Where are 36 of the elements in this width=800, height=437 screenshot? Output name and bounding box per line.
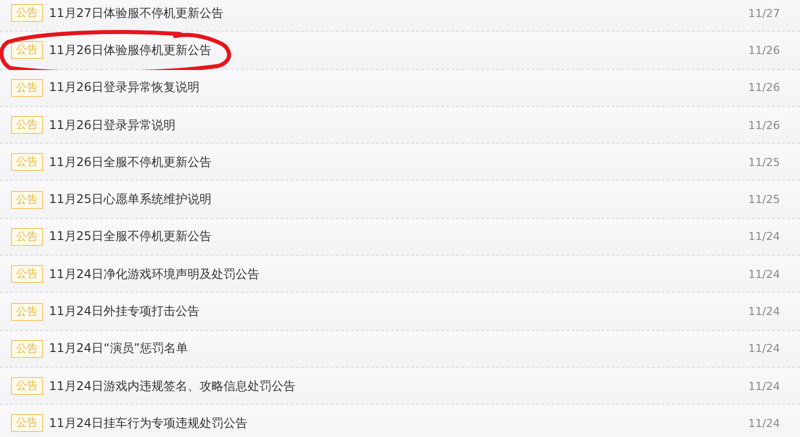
notice-title[interactable]: 11月26日登录异常说明 [49, 116, 176, 134]
notice-tag: 公告 [11, 4, 43, 22]
notice-date: 11/25 [748, 193, 780, 206]
notice-date: 11/26 [748, 81, 780, 94]
notice-title[interactable]: 11月24日外挂专项打击公告 [49, 303, 200, 320]
notice-title[interactable]: 11月26日登录异常恢复说明 [49, 79, 200, 96]
notice-date: 11/24 [748, 380, 780, 393]
notice-tag: 公告 [11, 340, 43, 358]
notice-title[interactable]: 11月24日“演员”惩罚名单 [49, 340, 188, 358]
notice-tag: 公告 [11, 153, 43, 172]
notice-date: 11/27 [748, 6, 780, 20]
notice-tag: 公告 [11, 116, 43, 134]
notice-tag: 公告 [11, 78, 43, 97]
notice-tag: 公告 [11, 228, 43, 246]
notice-title[interactable]: 11月25日全服不停机更新公告 [49, 228, 212, 246]
notice-date: 11/24 [748, 342, 780, 356]
notice-date: 11/24 [748, 305, 780, 318]
notice-tag: 公告 [11, 190, 43, 209]
notice-tag: 公告 [11, 41, 43, 60]
notice-tag: 公告 [11, 377, 43, 396]
notice-tag: 公告 [11, 265, 43, 284]
notice-tag: 公告 [11, 414, 43, 432]
notice-date: 11/24 [748, 268, 780, 281]
notice-title[interactable]: 11月26日体验服停机更新公告 [49, 42, 212, 59]
notice-title[interactable]: 11月24日净化游戏环境声明及处罚公告 [49, 266, 260, 283]
notice-date: 11/26 [748, 118, 780, 132]
notice-title[interactable]: 11月25日心愿单系统维护说明 [49, 191, 212, 208]
notice-title[interactable]: 11月26日全服不停机更新公告 [49, 154, 212, 171]
notice-date: 11/26 [748, 44, 780, 57]
notice-date: 11/24 [748, 230, 780, 244]
notice-title[interactable]: 11月27日体验服不停机更新公告 [49, 4, 224, 22]
notice-title[interactable]: 11月24日挂车行为专项违规处罚公告 [49, 414, 248, 432]
notice-date: 11/25 [748, 156, 780, 169]
notice-date: 11/24 [748, 416, 780, 430]
notice-tag: 公告 [11, 302, 43, 321]
notice-title[interactable]: 11月24日游戏内违规签名、攻略信息处罚公告 [49, 378, 296, 395]
